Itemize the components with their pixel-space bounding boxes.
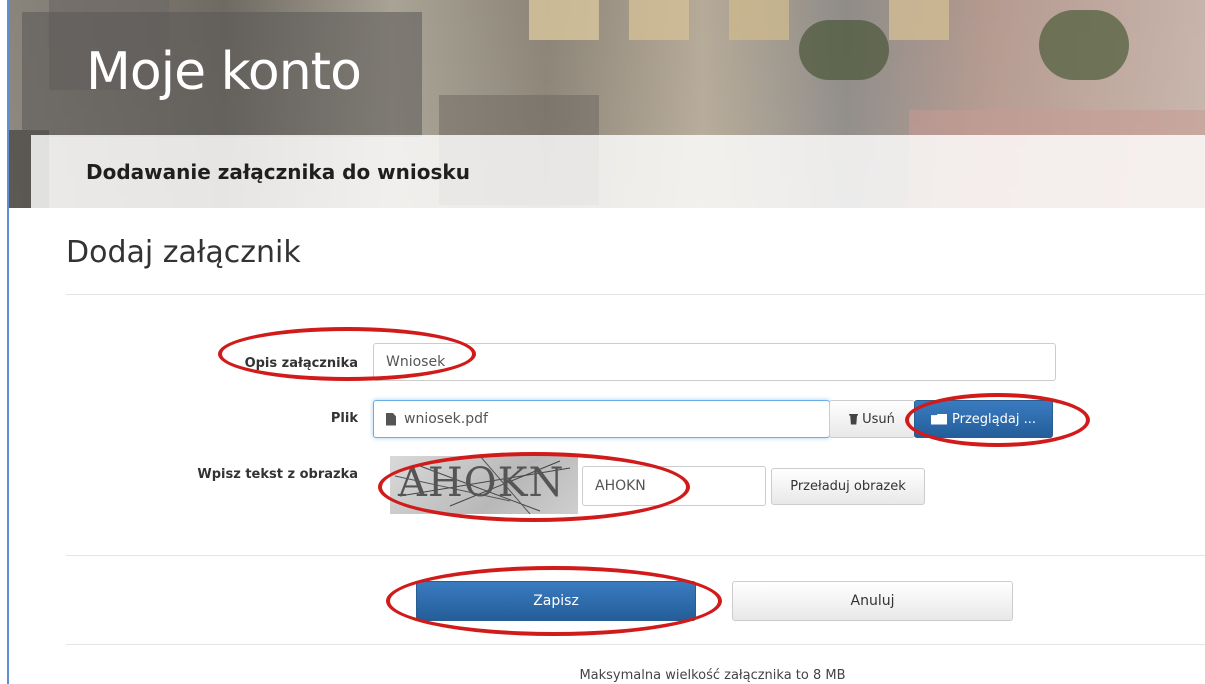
description-input-value: Wniosek: [386, 354, 446, 370]
description-label: Opis załącznika: [244, 356, 358, 371]
captcha-image-text: AHOKN: [398, 460, 565, 506]
save-button[interactable]: Zapisz: [416, 581, 696, 621]
captcha-input-value: AHOKN: [595, 478, 646, 494]
browse-button[interactable]: Przeglądaj ...: [914, 400, 1053, 438]
description-input[interactable]: Wniosek: [373, 343, 1056, 381]
remove-file-label: Usuń: [862, 411, 895, 427]
remove-file-button[interactable]: Usuń: [829, 400, 915, 438]
footnote: Maksymalna wielkość załącznika to 8 MB: [579, 668, 846, 683]
cancel-button[interactable]: Anuluj: [732, 581, 1013, 621]
section-heading: Dodaj załącznik: [66, 235, 301, 270]
trash-icon: [849, 413, 859, 425]
reload-captcha-button[interactable]: Przeładuj obrazek: [771, 468, 925, 505]
page-subtitle: Dodawanie załącznika do wniosku: [86, 160, 470, 184]
captcha-image: AHOKN: [390, 456, 578, 514]
folder-open-icon: [931, 413, 948, 425]
captcha-input[interactable]: AHOKN: [582, 466, 766, 506]
file-input-value: wniosek.pdf: [404, 411, 488, 427]
browse-label: Przeglądaj ...: [952, 411, 1036, 427]
file-label: Plik: [330, 411, 358, 426]
divider: [66, 555, 1205, 556]
file-input[interactable]: wniosek.pdf: [373, 400, 830, 438]
divider: [66, 644, 1205, 645]
captcha-label: Wpisz tekst z obrazka: [197, 467, 358, 482]
file-icon: [386, 412, 396, 426]
page-title: Moje konto: [86, 42, 362, 102]
divider: [66, 294, 1205, 295]
